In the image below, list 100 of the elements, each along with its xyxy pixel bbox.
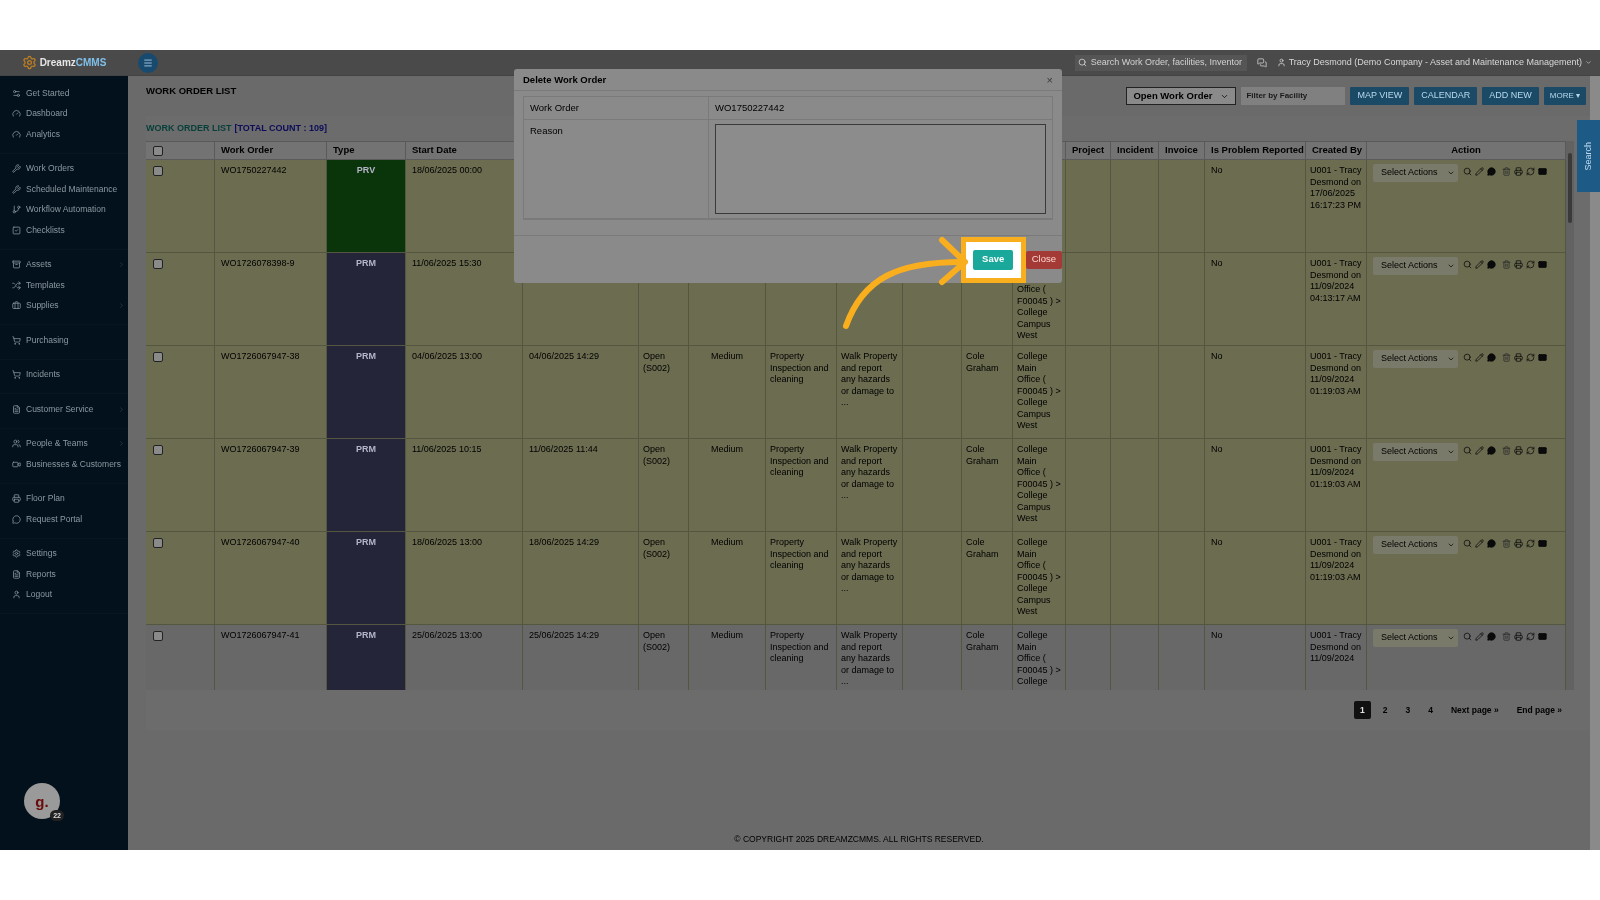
checkbox[interactable] — [153, 352, 163, 362]
logo-text[interactable]: DreamzCMMS — [39, 55, 107, 70]
comment-icon[interactable] — [1487, 260, 1496, 269]
actions-select[interactable]: Select Actions — [1373, 443, 1458, 461]
checkbox[interactable] — [153, 166, 163, 176]
sidebar-item[interactable]: Templates — [0, 275, 128, 296]
page-link[interactable]: 1 — [1354, 701, 1371, 719]
refresh-icon[interactable] — [1526, 260, 1535, 269]
sidebar-item[interactable]: Analytics — [0, 124, 128, 145]
pencil-icon[interactable] — [1475, 632, 1484, 641]
page-link[interactable]: 4 — [1422, 701, 1439, 719]
page-link[interactable]: Next page » — [1444, 701, 1505, 719]
comment-icon[interactable] — [1487, 353, 1496, 362]
sidebar-item[interactable]: Assets — [0, 254, 128, 275]
mail-icon[interactable] — [1538, 260, 1547, 269]
sidebar-item[interactable]: Logout — [0, 584, 128, 605]
search-side-tab[interactable]: Search — [1577, 120, 1600, 192]
checkbox[interactable] — [153, 631, 163, 641]
people-icon — [12, 439, 21, 449]
mail-icon[interactable] — [1538, 167, 1547, 176]
trash-icon[interactable] — [1502, 632, 1511, 641]
sidebar-item[interactable]: Scheduled Maintenance — [0, 179, 128, 200]
actions-select[interactable]: Select Actions — [1373, 350, 1458, 368]
sidebar-item[interactable]: Checklists — [0, 220, 128, 241]
pencil-icon[interactable] — [1475, 353, 1484, 362]
page-link[interactable]: End page » — [1510, 701, 1568, 719]
actions-select[interactable]: Select Actions — [1373, 536, 1458, 554]
checkbox[interactable] — [153, 445, 163, 455]
printer-icon[interactable] — [1514, 446, 1523, 455]
sidebar-item[interactable]: Purchasing — [0, 330, 128, 351]
actions-select[interactable]: Select Actions — [1373, 257, 1458, 275]
refresh-icon[interactable] — [1526, 446, 1535, 455]
sidebar-item[interactable]: Workflow Automation — [0, 199, 128, 220]
printer-icon[interactable] — [1514, 167, 1523, 176]
refresh-icon[interactable] — [1526, 167, 1535, 176]
sidebar-item[interactable]: Reports — [0, 564, 128, 585]
checkbox[interactable] — [153, 145, 163, 156]
user-menu[interactable]: Tracy Desmond (Demo Company - Asset and Maintenance Management) — [1276, 55, 1592, 70]
sidebar-item[interactable]: Businesses & Customers — [0, 454, 128, 475]
chat-icon[interactable] — [1256, 57, 1267, 68]
menu-button[interactable] — [138, 52, 158, 73]
mail-icon[interactable] — [1538, 632, 1547, 641]
printer-icon[interactable] — [1514, 353, 1523, 362]
page-link[interactable]: 3 — [1399, 701, 1417, 719]
trash-icon[interactable] — [1502, 539, 1511, 548]
checkbox[interactable] — [153, 538, 163, 548]
trash-icon[interactable] — [1502, 260, 1511, 269]
search-icon[interactable] — [1463, 446, 1472, 455]
search-field[interactable]: Search Work Order, facilities, Inventor — [1074, 54, 1247, 71]
search-icon[interactable] — [1463, 353, 1472, 362]
mail-icon[interactable] — [1538, 353, 1547, 362]
more-button[interactable]: MORE ▾ — [1543, 87, 1586, 105]
status-select[interactable]: Open Work Order — [1126, 87, 1237, 105]
sidebar-item[interactable]: Customer Service — [0, 399, 128, 420]
comment-icon[interactable] — [1487, 446, 1496, 455]
close-button[interactable]: Close — [1025, 250, 1062, 269]
sidebar-item[interactable]: Settings — [0, 543, 128, 564]
refresh-icon[interactable] — [1526, 632, 1535, 641]
search-icon[interactable] — [1463, 539, 1472, 548]
comment-icon[interactable] — [1487, 167, 1496, 176]
sidebar-item[interactable]: People & Teams — [0, 433, 128, 454]
cart-icon — [12, 335, 21, 345]
mail-icon[interactable] — [1538, 446, 1547, 455]
search-icon[interactable] — [1463, 260, 1472, 269]
toolbar-button[interactable]: CALENDAR — [1414, 87, 1478, 105]
comment-icon[interactable] — [1487, 539, 1496, 548]
pencil-icon[interactable] — [1475, 260, 1484, 269]
toolbar-button[interactable]: ADD NEW — [1482, 87, 1539, 105]
facility-filter-field[interactable]: Filter by Facility — [1241, 87, 1346, 105]
pencil-icon[interactable] — [1475, 167, 1484, 176]
refresh-icon[interactable] — [1526, 539, 1535, 548]
sidebar-item[interactable]: Supplies — [0, 295, 128, 316]
refresh-icon[interactable] — [1526, 353, 1535, 362]
printer-icon[interactable] — [1514, 632, 1523, 641]
sidebar-item[interactable]: Request Portal — [0, 509, 128, 530]
sidebar-item[interactable]: Work Orders — [0, 158, 128, 179]
printer-icon[interactable] — [1514, 260, 1523, 269]
reason-field[interactable] — [715, 124, 1046, 215]
sidebar-item[interactable]: Incidents — [0, 364, 128, 385]
pencil-icon[interactable] — [1475, 446, 1484, 455]
table-cell: PRM — [327, 625, 406, 690]
printer-icon[interactable] — [1514, 539, 1523, 548]
trash-icon[interactable] — [1502, 446, 1511, 455]
page-scrollbar[interactable] — [1590, 76, 1600, 850]
sidebar-item[interactable]: Get Started — [0, 83, 128, 104]
mail-icon[interactable] — [1538, 539, 1547, 548]
pencil-icon[interactable] — [1475, 539, 1484, 548]
search-icon[interactable] — [1463, 632, 1472, 641]
actions-select[interactable]: Select Actions — [1373, 629, 1458, 647]
sidebar-item[interactable]: Dashboard — [0, 103, 128, 124]
comment-icon[interactable] — [1487, 632, 1496, 641]
page-link[interactable]: 2 — [1376, 701, 1394, 719]
toolbar-button[interactable]: MAP VIEW — [1350, 87, 1410, 105]
actions-select[interactable]: Select Actions — [1373, 164, 1458, 182]
search-icon[interactable] — [1463, 167, 1472, 176]
trash-icon[interactable] — [1502, 353, 1511, 362]
checkbox[interactable] — [153, 259, 163, 269]
sidebar-item[interactable]: Floor Plan — [0, 488, 128, 509]
table-scrollbar[interactable] — [1566, 141, 1574, 690]
trash-icon[interactable] — [1502, 167, 1511, 176]
